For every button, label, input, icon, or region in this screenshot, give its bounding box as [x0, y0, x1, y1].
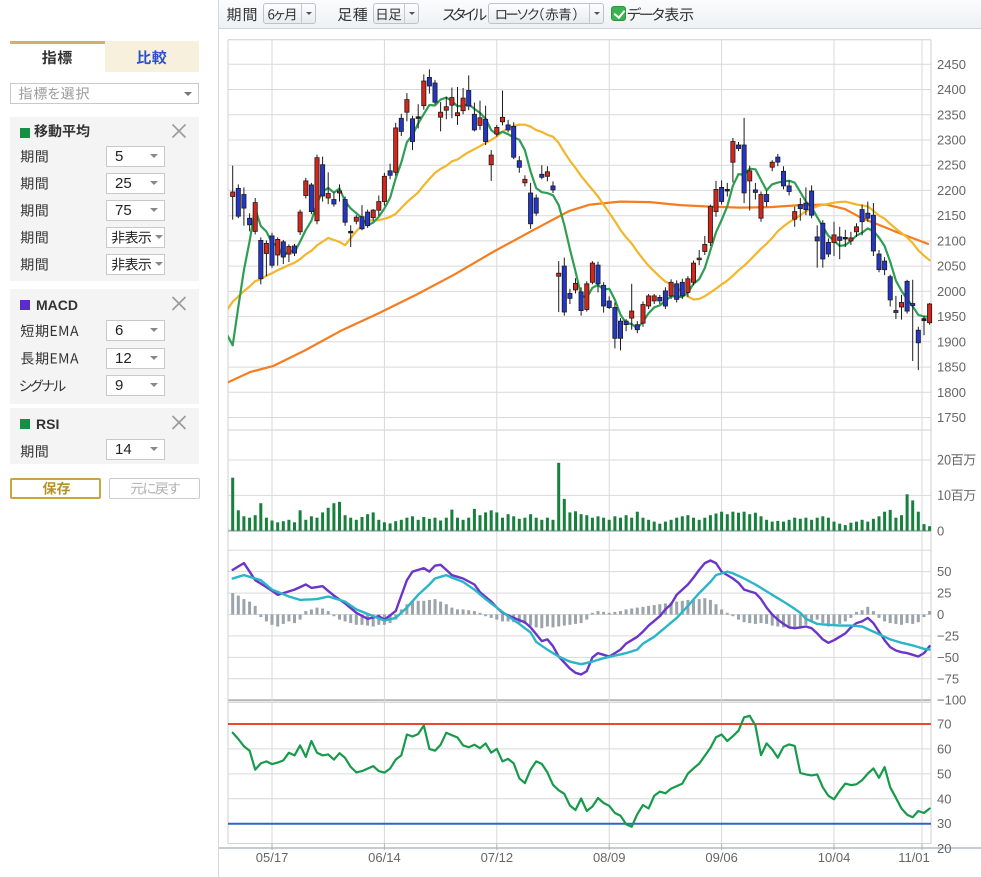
- svg-text:60: 60: [937, 741, 951, 756]
- svg-text:07/12: 07/12: [481, 850, 514, 865]
- svg-text:30: 30: [937, 816, 951, 831]
- svg-text:25: 25: [937, 586, 951, 601]
- svg-text:−50: −50: [937, 650, 959, 665]
- svg-text:2450: 2450: [937, 57, 966, 72]
- svg-text:70: 70: [937, 717, 951, 732]
- svg-text:20: 20: [937, 841, 951, 856]
- svg-text:2150: 2150: [937, 208, 966, 223]
- svg-text:50: 50: [937, 766, 951, 781]
- svg-text:05/17: 05/17: [256, 850, 289, 865]
- svg-text:0: 0: [937, 607, 944, 622]
- svg-text:10/04: 10/04: [818, 850, 851, 865]
- svg-text:40: 40: [937, 791, 951, 806]
- svg-text:0: 0: [937, 523, 944, 538]
- svg-text:1800: 1800: [937, 385, 966, 400]
- svg-text:2250: 2250: [937, 158, 966, 173]
- svg-text:2300: 2300: [937, 132, 966, 147]
- svg-text:−100: −100: [937, 693, 966, 708]
- svg-text:09/06: 09/06: [705, 850, 738, 865]
- svg-text:06/14: 06/14: [368, 850, 401, 865]
- svg-text:11/01: 11/01: [898, 850, 930, 865]
- svg-text:2350: 2350: [937, 107, 966, 122]
- svg-text:08/09: 08/09: [593, 850, 626, 865]
- svg-text:50: 50: [937, 564, 951, 579]
- svg-text:2200: 2200: [937, 183, 966, 198]
- svg-text:2000: 2000: [937, 284, 966, 299]
- svg-text:1950: 1950: [937, 309, 966, 324]
- svg-text:−25: −25: [937, 628, 959, 643]
- svg-text:1900: 1900: [937, 334, 966, 349]
- svg-text:−75: −75: [937, 671, 959, 686]
- svg-text:2050: 2050: [937, 259, 966, 274]
- svg-text:1750: 1750: [937, 410, 966, 425]
- svg-text:1850: 1850: [937, 360, 966, 375]
- svg-text:2100: 2100: [937, 233, 966, 248]
- svg-text:2400: 2400: [937, 82, 966, 97]
